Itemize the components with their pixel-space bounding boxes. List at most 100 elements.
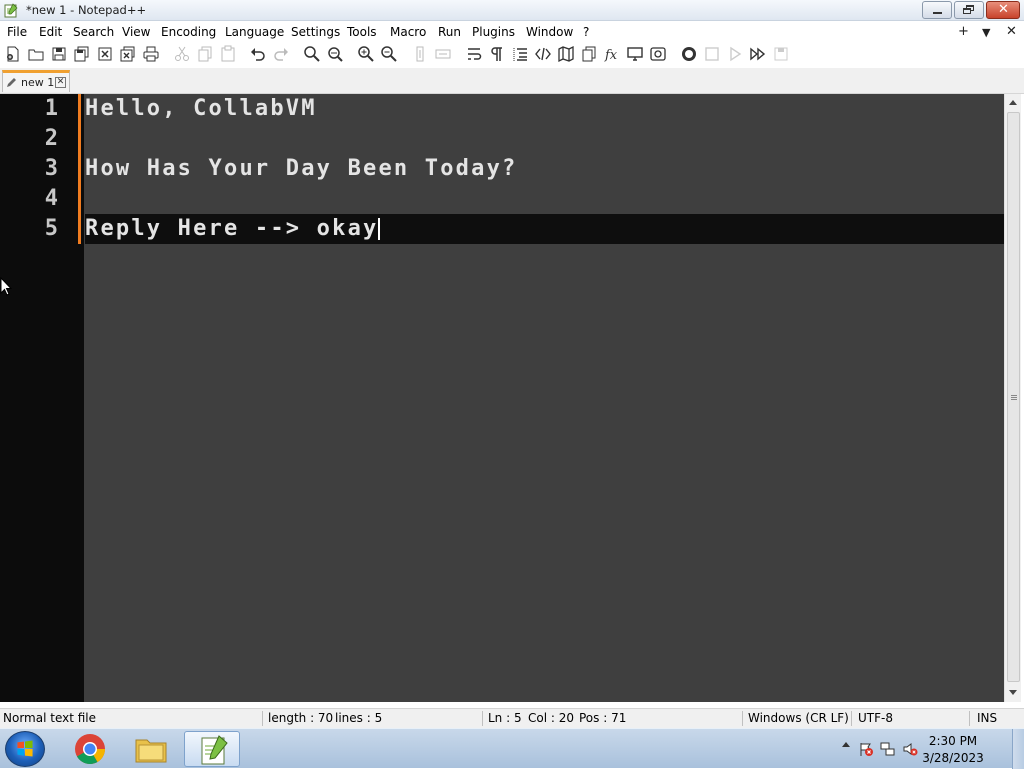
menu-run[interactable]: Run xyxy=(438,25,461,39)
indent-guide-icon[interactable] xyxy=(511,45,529,63)
find-icon[interactable] xyxy=(303,45,321,63)
save-all-icon[interactable] xyxy=(73,45,91,63)
menu-settings[interactable]: Settings xyxy=(291,25,340,39)
redo-icon[interactable] xyxy=(272,45,290,63)
save-icon[interactable] xyxy=(50,45,68,63)
monitoring-icon[interactable] xyxy=(626,45,644,63)
status-position: Pos : 71 xyxy=(579,711,627,725)
tab-list-dropdown-button[interactable]: ▼ xyxy=(982,26,990,39)
menu-window[interactable]: Window xyxy=(526,25,573,39)
scrollbar-thumb[interactable] xyxy=(1007,112,1020,682)
notepad-plus-plus-icon xyxy=(201,735,228,765)
current-code-line[interactable]: Reply Here --> okay xyxy=(85,214,1004,244)
menu-macro[interactable]: Macro xyxy=(390,25,426,39)
sync-horizontal-icon[interactable] xyxy=(434,45,452,63)
code-line[interactable]: Hello, CollabVM xyxy=(85,94,1004,124)
notepad-plus-plus-taskbar-button[interactable] xyxy=(184,731,240,767)
menu-view[interactable]: View xyxy=(122,25,150,39)
sync-vertical-icon[interactable] xyxy=(411,45,429,63)
status-length: length : 70 xyxy=(268,711,334,725)
close-icon[interactable] xyxy=(96,45,114,63)
status-lines: lines : 5 xyxy=(335,711,383,725)
zoom-in-icon[interactable] xyxy=(357,45,375,63)
tab-label: new 1 xyxy=(21,76,55,89)
status-encoding[interactable]: UTF-8 xyxy=(858,711,893,725)
menu-file[interactable]: File xyxy=(7,25,27,39)
cut-icon[interactable] xyxy=(173,45,191,63)
menu-search[interactable]: Search xyxy=(73,25,114,39)
run-macro-multiple-icon[interactable] xyxy=(749,45,767,63)
windows-logo-icon xyxy=(17,740,33,757)
paste-icon[interactable] xyxy=(219,45,237,63)
menu-tools[interactable]: Tools xyxy=(347,25,377,39)
undo-icon[interactable] xyxy=(249,45,267,63)
menu-edit[interactable]: Edit xyxy=(39,25,62,39)
editor-area[interactable]: 1 2 3 4 5 Hello, CollabVM How Has Your D… xyxy=(0,94,1004,702)
chrome-icon xyxy=(75,734,105,765)
status-insert-mode[interactable]: INS xyxy=(977,711,997,725)
close-all-icon[interactable] xyxy=(119,45,137,63)
status-bar: Normal text file length : 70 lines : 5 L… xyxy=(0,708,1024,728)
text-caret xyxy=(378,218,381,240)
toolbar: fx xyxy=(0,42,1024,66)
folder-icon xyxy=(135,739,167,763)
volume-muted-icon[interactable] xyxy=(902,741,918,757)
status-line-number: Ln : 5 xyxy=(488,711,522,725)
code-line[interactable] xyxy=(85,124,1004,154)
menu-bar: File Edit Search View Encoding Language … xyxy=(0,22,1024,42)
clock-date[interactable]: 3/28/2023 xyxy=(918,751,988,765)
print-icon[interactable] xyxy=(142,45,160,63)
pencil-icon xyxy=(7,78,16,87)
action-center-flag-icon[interactable] xyxy=(858,741,874,757)
record-macro-icon[interactable] xyxy=(680,45,698,63)
change-history-bar xyxy=(78,94,81,244)
document-list-icon[interactable] xyxy=(580,45,598,63)
playback-icon[interactable] xyxy=(726,45,744,63)
title-bar: *new 1 - Notepad++ ✕ xyxy=(0,0,1024,21)
zoom-out-icon[interactable] xyxy=(380,45,398,63)
menu-help[interactable]: ? xyxy=(583,25,589,39)
code-line[interactable]: How Has Your Day Been Today? xyxy=(85,154,1004,184)
menu-plugins[interactable]: Plugins xyxy=(472,25,515,39)
scroll-up-arrow-icon[interactable] xyxy=(1009,100,1017,105)
chrome-taskbar-button[interactable] xyxy=(62,731,118,767)
menu-language[interactable]: Language xyxy=(225,25,284,39)
vertical-scrollbar[interactable] xyxy=(1004,94,1021,702)
close-window-button[interactable]: ✕ xyxy=(986,1,1020,19)
line-number: 3 xyxy=(44,156,58,181)
show-all-characters-icon[interactable] xyxy=(488,45,506,63)
start-button[interactable] xyxy=(5,731,45,767)
system-tray: 2:30 PM 3/28/2023 xyxy=(834,729,1024,769)
menu-encoding[interactable]: Encoding xyxy=(161,25,216,39)
status-eol-format[interactable]: Windows (CR LF) xyxy=(748,711,849,725)
stop-recording-icon[interactable] xyxy=(703,45,721,63)
word-wrap-icon[interactable] xyxy=(465,45,483,63)
show-desktop-button[interactable] xyxy=(1012,729,1024,769)
code-line[interactable] xyxy=(85,184,1004,214)
copy-icon[interactable] xyxy=(196,45,214,63)
window-title: *new 1 - Notepad++ xyxy=(26,3,147,17)
tab-new-1[interactable]: new 1 ✕ xyxy=(2,70,70,92)
clock-time[interactable]: 2:30 PM xyxy=(918,734,988,748)
open-file-icon[interactable] xyxy=(27,45,45,63)
new-tab-plus-button[interactable]: + xyxy=(958,24,969,39)
line-number: 2 xyxy=(44,126,58,151)
new-file-icon[interactable] xyxy=(4,45,22,63)
scroll-down-arrow-icon[interactable] xyxy=(1009,690,1017,695)
svg-text:fx: fx xyxy=(604,48,618,63)
show-hidden-icons-arrow-icon[interactable] xyxy=(842,742,850,747)
tab-bar: new 1 ✕ xyxy=(0,68,1024,94)
xml-tag-icon[interactable] xyxy=(534,45,552,63)
status-column: Col : 20 xyxy=(528,711,574,725)
minimize-button[interactable] xyxy=(922,1,952,19)
folder-as-workspace-icon[interactable] xyxy=(649,45,667,63)
save-macro-icon[interactable] xyxy=(772,45,790,63)
function-list-icon[interactable]: fx xyxy=(603,45,621,63)
file-explorer-taskbar-button[interactable] xyxy=(123,731,179,767)
network-icon[interactable] xyxy=(880,741,896,757)
document-map-icon[interactable] xyxy=(557,45,575,63)
close-document-button[interactable]: ✕ xyxy=(1006,24,1017,39)
tab-close-icon[interactable]: ✕ xyxy=(55,77,66,88)
restore-button[interactable] xyxy=(954,1,984,19)
replace-icon[interactable] xyxy=(326,45,344,63)
